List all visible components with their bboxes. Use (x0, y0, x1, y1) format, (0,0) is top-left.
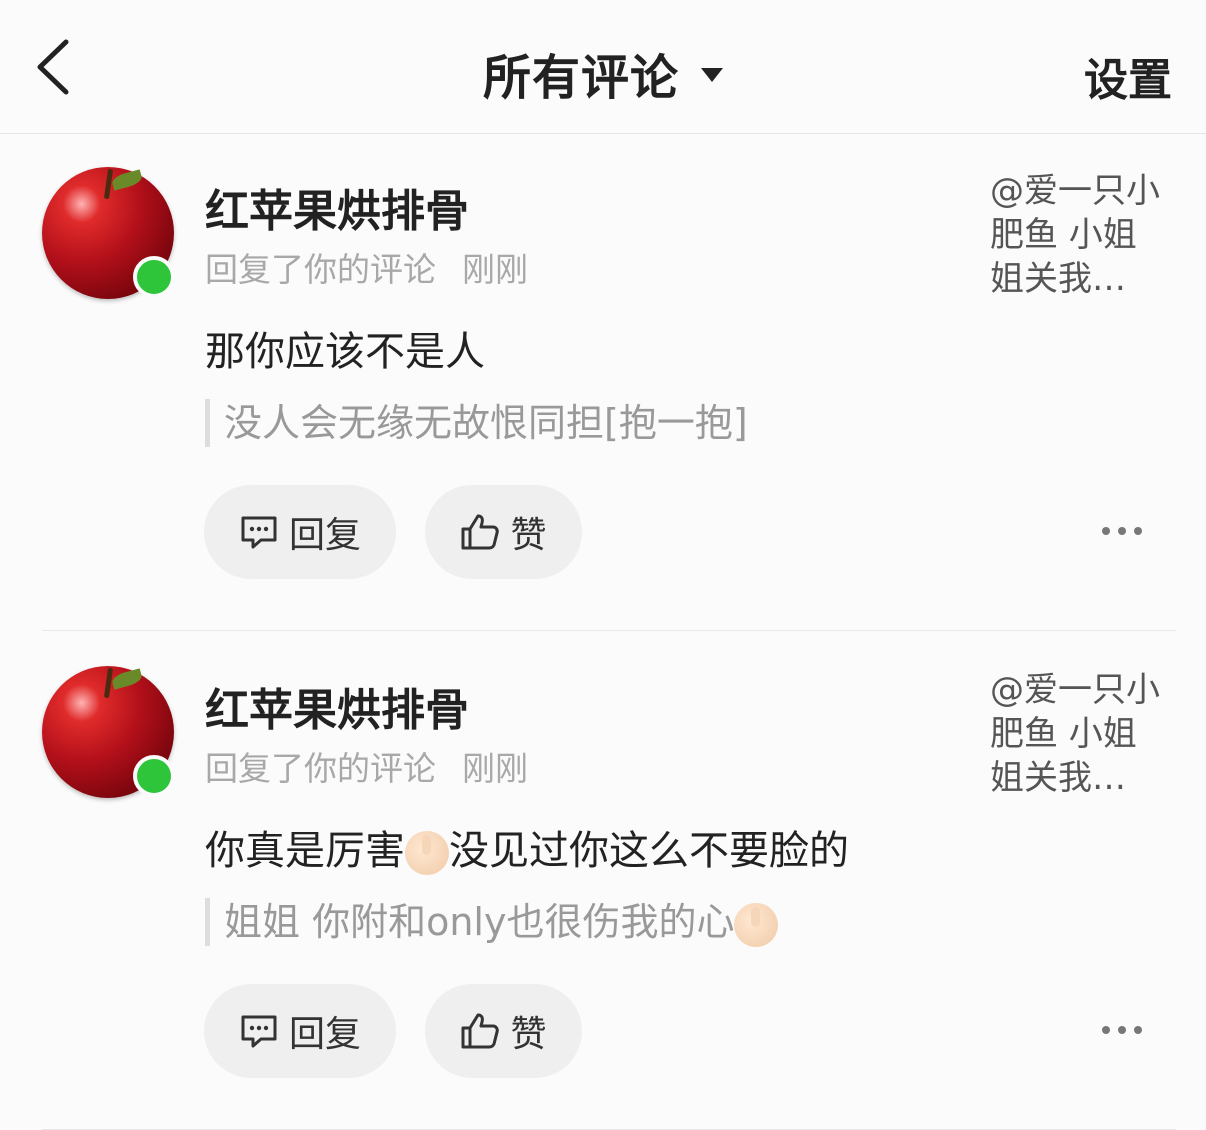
caret-down-icon (701, 68, 723, 82)
chat-bubble-icon (241, 516, 277, 549)
like-button[interactable]: 赞 (425, 984, 582, 1078)
comment-content: 你真是厉害 没见过你这么不要脸的 (205, 818, 849, 876)
thumbs-up-emoji-icon (405, 831, 449, 875)
reply-button[interactable]: 回复 (204, 984, 396, 1078)
header-bar: 所有评论 设置 (0, 0, 1206, 134)
comment-action: 回复了你的评论 (205, 749, 436, 788)
comment-time: 刚刚 (462, 749, 528, 788)
like-label: 赞 (510, 1014, 547, 1055)
comment-action: 回复了你的评论 (205, 250, 436, 289)
apple-leaf (110, 169, 144, 191)
comment-content-text: 那你应该不是人 (205, 329, 485, 375)
chat-bubble-icon (241, 1015, 277, 1048)
reply-label: 回复 (288, 515, 361, 556)
online-status-dot (133, 256, 175, 298)
more-options-icon[interactable] (1102, 519, 1154, 543)
page-title: 所有评论 (482, 50, 679, 106)
referenced-post-text[interactable]: @爱一只小肥鱼 小姐姐关我… (990, 169, 1170, 301)
referenced-post-text[interactable]: @爱一只小肥鱼 小姐姐关我… (990, 668, 1170, 800)
comment-meta: 回复了你的评论 刚刚 (205, 742, 528, 790)
divider (42, 630, 1176, 631)
reply-button[interactable]: 回复 (204, 485, 396, 579)
comment-username[interactable]: 红苹果烘排骨 (205, 175, 469, 239)
comment-content: 那你应该不是人 (205, 319, 485, 377)
reply-label: 回复 (288, 1014, 361, 1055)
like-button[interactable]: 赞 (425, 485, 582, 579)
crossed-fingers-emoji-icon (734, 902, 779, 947)
thumbs-up-icon (461, 514, 500, 550)
online-status-dot (133, 755, 175, 797)
comment-item: 红苹果烘排骨 回复了你的评论 刚刚 @爱一只小肥鱼 小姐姐关我… 那你应该不是人 … (0, 133, 1206, 631)
like-label: 赞 (510, 515, 547, 556)
comment-item: 红苹果烘排骨 回复了你的评论 刚刚 @爱一只小肥鱼 小姐姐关我… 你真是厉害 没见过… (0, 632, 1206, 1130)
settings-button[interactable]: 设置 (1084, 44, 1172, 108)
comment-filter-dropdown[interactable]: 所有评论 (483, 38, 723, 108)
apple-leaf (110, 668, 144, 690)
thumbs-up-icon (461, 1013, 500, 1049)
comment-username[interactable]: 红苹果烘排骨 (205, 674, 469, 738)
quoted-comment: 没人会无缘无故恨同担[抱一抱] (205, 399, 748, 447)
more-options-icon[interactable] (1102, 1018, 1154, 1042)
quoted-comment-text: 没人会无缘无故恨同担[抱一抱] (224, 401, 748, 445)
comment-time: 刚刚 (462, 250, 528, 289)
comment-content-text-tail: 没见过你这么不要脸的 (449, 828, 849, 874)
quoted-comment: 姐姐 你附和only也很伤我的心 (205, 898, 779, 947)
comment-content-text: 你真是厉害 (205, 828, 405, 874)
quoted-comment-text: 姐姐 你附和only也很伤我的心 (224, 900, 735, 944)
comment-meta: 回复了你的评论 刚刚 (205, 243, 528, 291)
